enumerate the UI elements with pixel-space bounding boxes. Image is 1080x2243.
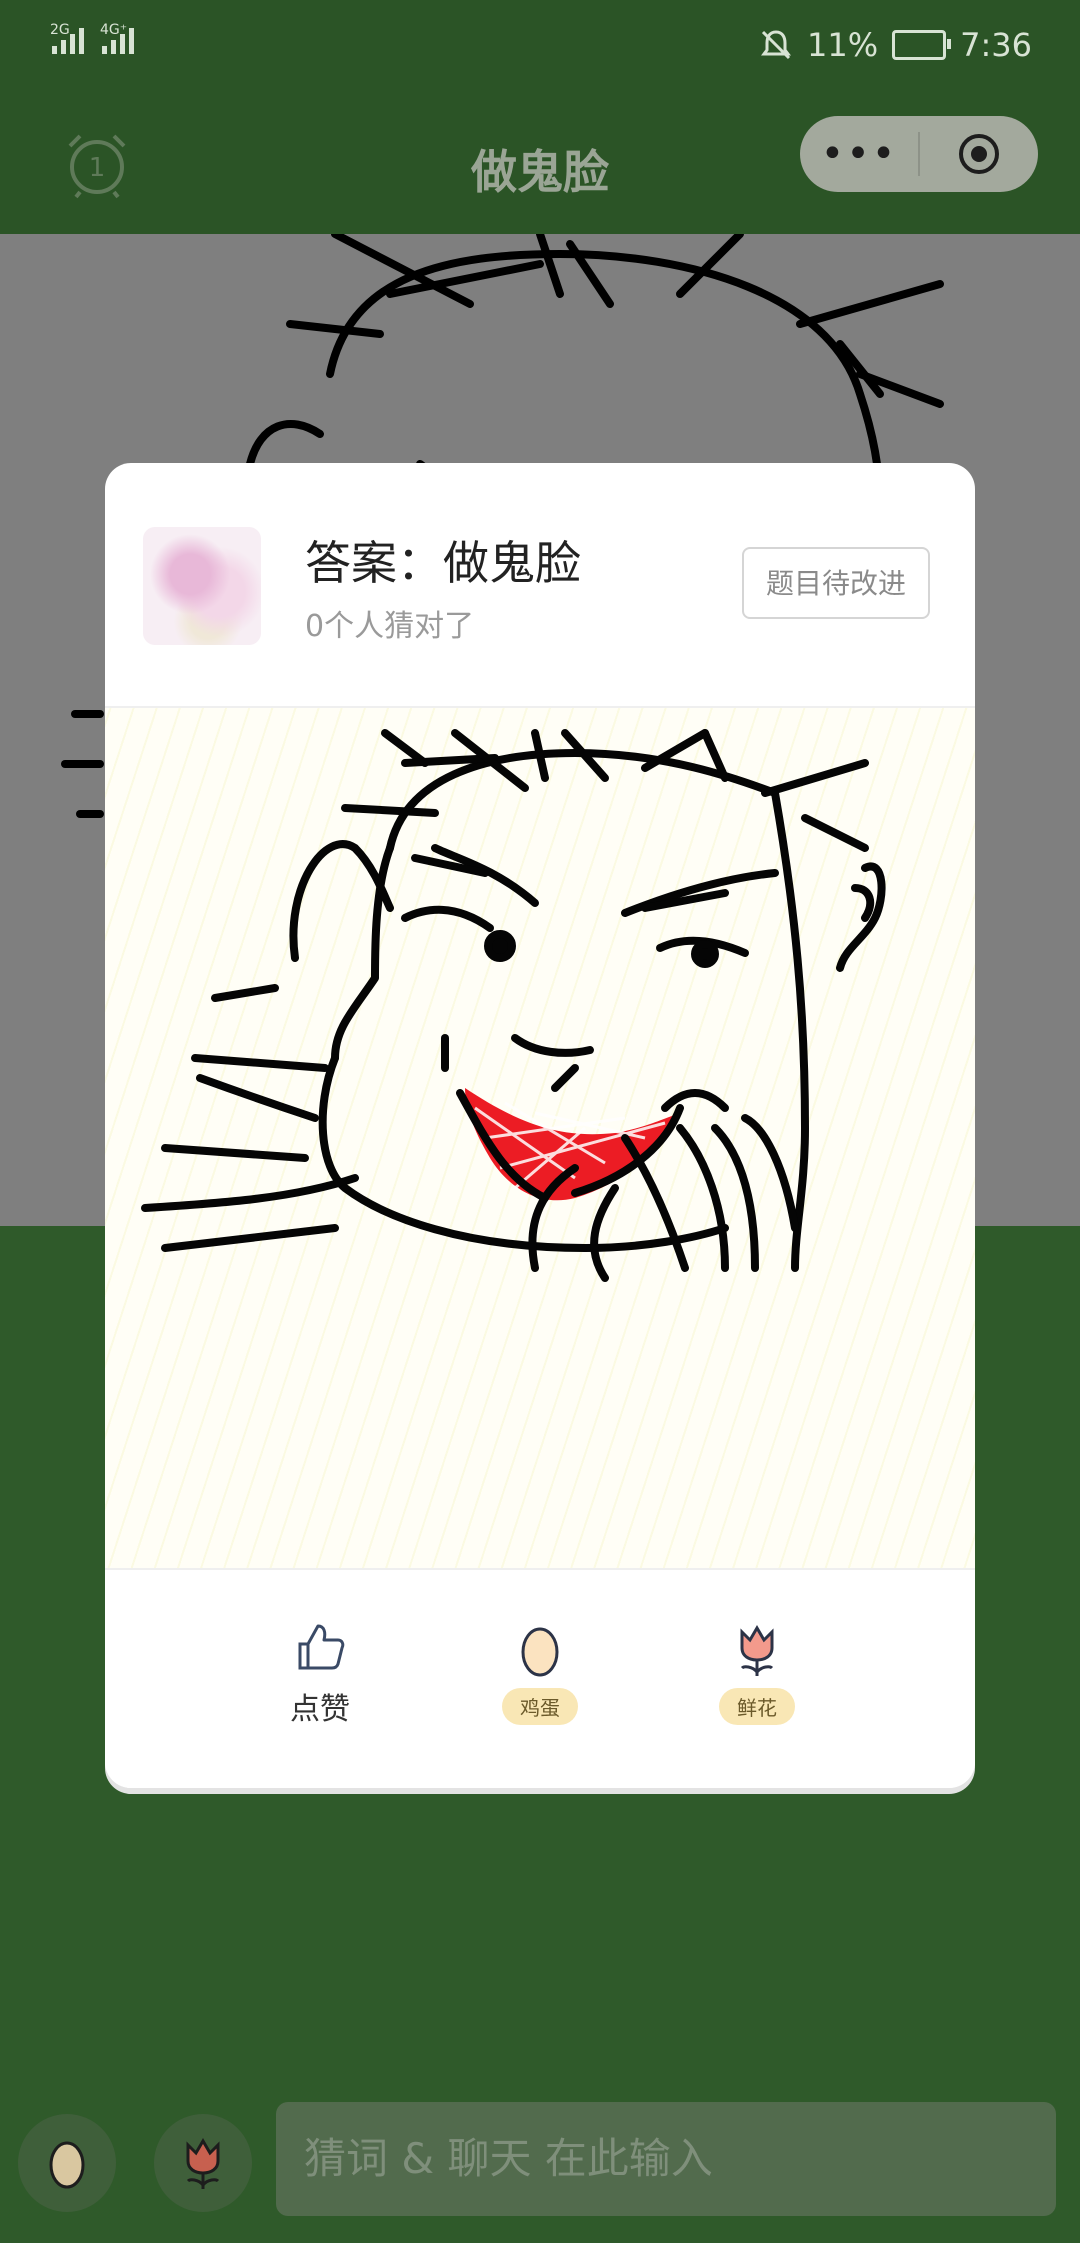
egg-label: 鸡蛋 <box>502 1688 578 1725</box>
flower-label: 鲜花 <box>719 1688 795 1725</box>
mute-bell-icon <box>761 30 792 60</box>
like-button[interactable]: 点赞 <box>260 1622 380 1728</box>
clock: 7:36 <box>960 26 1032 64</box>
modal-actions: 点赞 鸡蛋 鲜花 <box>105 1568 975 1788</box>
battery-icon <box>892 30 952 60</box>
avatar[interactable] <box>143 527 261 645</box>
answer-text: 答案：做鬼脸 <box>305 536 581 590</box>
signal-indicators: 2G 4G⁺ <box>50 22 134 54</box>
guessed-count: 0个人猜对了 <box>305 609 475 644</box>
egg-button[interactable]: 鸡蛋 <box>480 1622 600 1725</box>
modal-header: 答案：做鬼脸 0个人猜对了 题目待改进 <box>105 463 975 708</box>
target-icon[interactable] <box>920 132 1038 176</box>
status-bar: 2G 4G⁺ 11% 7:36 <box>0 0 1080 100</box>
flower-icon <box>740 1625 774 1676</box>
more-dots-icon[interactable]: ••• <box>800 116 918 192</box>
signal-4g-icon: 4G⁺ <box>100 22 134 54</box>
egg-icon <box>49 2141 85 2189</box>
flower-icon <box>186 2138 220 2189</box>
signal-2g-icon: 2G <box>50 22 84 54</box>
navbar: 1 做鬼脸 ••• <box>0 100 1080 234</box>
chat-input[interactable]: 猜词 & 聊天 在此输入 <box>276 2102 1056 2216</box>
egg-icon <box>521 1627 559 1677</box>
send-flower-button[interactable] <box>154 2114 252 2212</box>
send-egg-button[interactable] <box>18 2114 116 2212</box>
thumbs-up-icon <box>298 1624 345 1670</box>
battery-percent: 11% <box>807 26 879 64</box>
mini-program-capsule: ••• <box>800 116 1038 192</box>
like-label: 点赞 <box>290 1692 350 1727</box>
bottom-bar: 猜词 & 聊天 在此输入 <box>0 2090 1080 2243</box>
answer-modal: 答案：做鬼脸 0个人猜对了 题目待改进 点赞 鸡蛋 鲜花 <box>105 463 975 1788</box>
flower-button[interactable]: 鲜花 <box>697 1622 817 1725</box>
needs-improvement-button[interactable]: 题目待改进 <box>742 547 930 619</box>
drawing-canvas <box>105 708 975 1568</box>
